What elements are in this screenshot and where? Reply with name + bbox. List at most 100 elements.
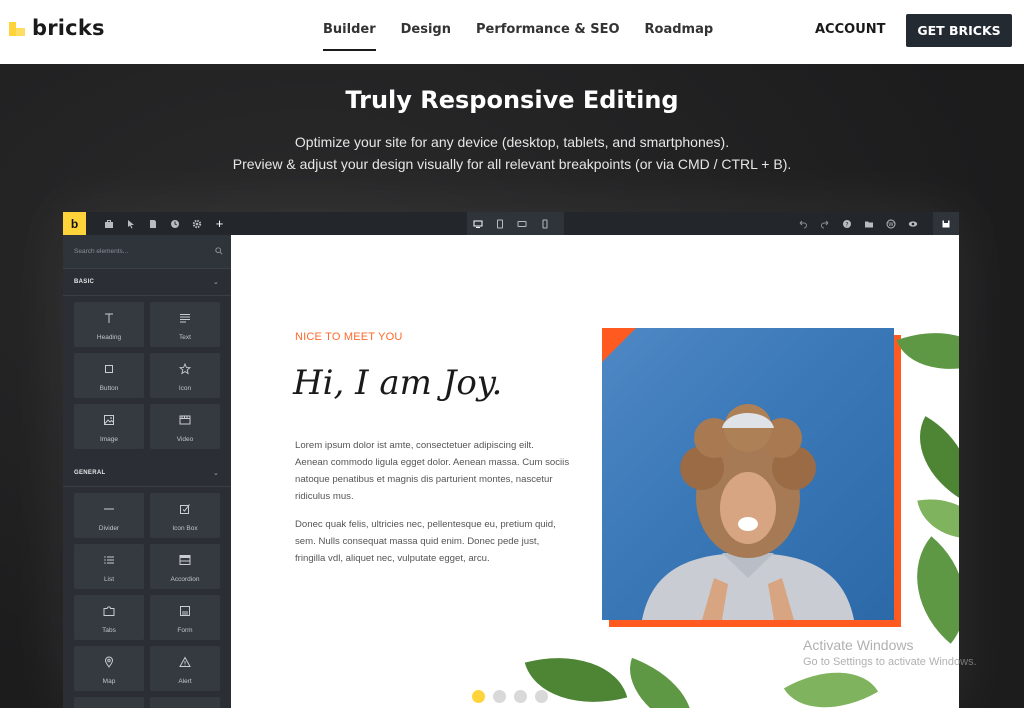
element-label: Button [99,385,119,392]
star-icon [150,362,220,375]
element-text[interactable]: Text [150,302,220,347]
add-icon[interactable]: + [214,217,225,230]
preview-eye-icon[interactable] [907,218,918,229]
element-map[interactable]: Map [74,646,144,691]
bricks-logo[interactable]: bricks [8,16,105,40]
menu-item-roadmap[interactable]: Roadmap [645,0,714,64]
desktop-icon[interactable] [472,218,483,229]
divider [63,486,231,487]
menu-item-performance-seo[interactable]: Performance & SEO [476,0,620,64]
hero-title: Truly Responsive Editing [345,86,679,114]
account-link[interactable]: ACCOUNT [815,22,886,37]
carousel-dot-3[interactable] [514,690,527,703]
briefcase-icon[interactable] [103,218,114,229]
element-list[interactable]: List [74,544,144,589]
category-basic[interactable]: BASIC [74,279,94,285]
element-label: Video [176,436,194,443]
element-accordion[interactable]: Accordion [150,544,220,589]
svg-text:W: W [888,222,894,228]
leaf-decoration [917,490,959,548]
form-icon [150,604,220,617]
leaf-decoration [896,312,959,390]
element-label: Heading [96,334,122,341]
element-label: Divider [98,525,120,532]
cursor-icon[interactable] [125,218,136,229]
category-general[interactable]: GENERAL [74,470,105,476]
bricks-logo-icon [8,19,26,37]
element-divider[interactable]: Divider [74,493,144,538]
menu-item-design[interactable]: Design [401,0,451,64]
divider-icon [74,502,144,515]
top-navigation: bricks Builder Design Performance & SEO … [0,0,1024,64]
chevron-down-icon[interactable]: ⌄ [213,469,219,477]
eyebrow-text: NICE TO MEET YOU [295,331,403,343]
carousel-dot-1[interactable] [472,690,485,703]
activate-windows-title: Activate Windows [803,637,914,653]
button-icon [74,362,144,375]
tabs-icon [74,604,144,617]
text-icon [150,311,220,324]
element-heading[interactable]: Heading [74,302,144,347]
menu-item-builder[interactable]: Builder [323,0,376,64]
smartphone-icon[interactable] [539,218,550,229]
redo-icon[interactable] [819,218,830,229]
element-label: Accordion [170,576,200,583]
element-icon[interactable]: Icon [150,353,220,398]
element-search[interactable]: Search elements... [63,235,231,269]
element-label: Image [99,436,119,443]
video-icon [150,413,220,426]
element-label: Text [179,334,191,341]
accordion-icon [150,553,220,566]
svg-text:?: ? [845,221,848,228]
activate-windows-subtitle: Go to Settings to activate Windows. [803,656,977,668]
element-form[interactable]: Form [150,595,220,640]
element-label: List [103,576,115,583]
image-icon [74,413,144,426]
carousel-dots [472,690,548,703]
portrait-photo [602,328,894,620]
element-alert[interactable]: Alert [150,646,220,691]
element-tabs[interactable]: Tabs [74,595,144,640]
hero-subtitle-line-2: Preview & adjust your design visually fo… [232,156,792,172]
element-search-placeholder: Search elements... [74,248,129,255]
icon-box-icon [150,502,220,515]
undo-icon[interactable] [797,218,808,229]
element-more[interactable] [150,697,220,708]
element-label: Tabs [102,627,116,634]
tablet-portrait-icon[interactable] [494,218,505,229]
tablet-landscape-icon[interactable] [516,218,527,229]
carousel-dot-2[interactable] [493,690,506,703]
element-label: Icon [178,385,192,392]
history-icon[interactable] [169,218,180,229]
leaf-decoration [614,657,708,708]
hero-heading: Hi, I am Joy. [293,363,503,403]
element-icon-box[interactable]: Icon Box [150,493,220,538]
builder-logo[interactable]: b [63,212,86,235]
element-more[interactable] [74,697,144,708]
paragraph-2: Donec quak felis, ultricies nec, pellent… [295,519,556,564]
alert-icon [150,655,220,668]
paragraph-1: Lorem ipsum dolor ist amte, consectetuer… [295,440,570,502]
get-bricks-button[interactable]: GET BRICKS [906,14,1012,47]
element-label: Alert [178,678,192,685]
element-label: Map [102,678,116,685]
heading-icon [74,311,144,324]
folder-icon[interactable] [863,218,874,229]
divider [63,295,231,296]
help-icon[interactable]: ? [841,218,852,229]
settings-icon[interactable] [191,218,202,229]
leaf-decoration [898,416,959,500]
builder-preview: b + ? W Search elements... BASIC ⌄ Headi… [63,212,959,708]
builder-toolbar: b + ? W [63,212,959,235]
map-pin-icon [74,655,144,668]
element-button[interactable]: Button [74,353,144,398]
element-video[interactable]: Video [150,404,220,449]
search-icon [215,247,223,255]
save-icon [940,218,951,229]
element-label: Form [177,627,193,634]
carousel-dot-4[interactable] [535,690,548,703]
chevron-down-icon[interactable]: ⌄ [213,278,219,286]
wordpress-icon[interactable]: W [885,218,896,229]
element-image[interactable]: Image [74,404,144,449]
page-icon[interactable] [147,218,158,229]
